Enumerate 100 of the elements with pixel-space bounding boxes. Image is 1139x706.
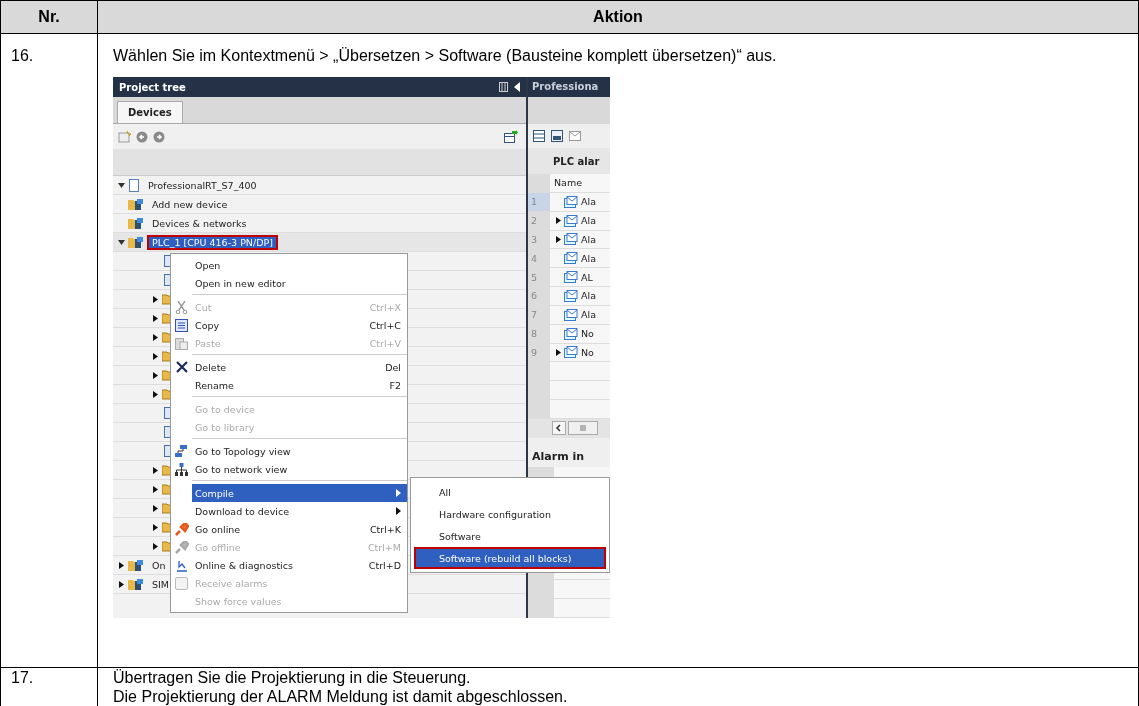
row-number: 4 [528, 249, 550, 268]
expanded-arrow-icon[interactable] [118, 238, 125, 246]
tree-item[interactable]: On [147, 557, 171, 573]
menu-item[interactable]: Go to Topology view [171, 442, 407, 460]
forward-icon[interactable] [153, 130, 165, 143]
shortcut-text: Ctrl+V [369, 337, 401, 349]
alarm-name: Ala [581, 252, 596, 264]
menu-item[interactable]: Download to device [171, 502, 407, 520]
collapsed-arrow-icon[interactable] [152, 352, 159, 360]
alarm-name: No [581, 328, 594, 340]
editor-title: Professiona [528, 77, 610, 97]
alarm-name: Ala [581, 290, 596, 302]
instruction-text: Übertragen Sie die Projektierung in die Steuerung. [113, 668, 472, 687]
collapsed-arrow-icon[interactable] [556, 348, 561, 356]
menu-item[interactable]: Software (rebuild all blocks) [414, 547, 606, 569]
menu-item[interactable]: Hardware configuration [414, 503, 606, 525]
collapsed-arrow-icon[interactable] [152, 390, 159, 398]
shortcut-text: Ctrl+D [368, 559, 401, 571]
menu-item[interactable]: All [414, 481, 606, 503]
menu-item[interactable]: Open in new editor [171, 274, 407, 292]
collapse-icon[interactable] [514, 82, 520, 92]
device-icon [128, 216, 144, 230]
collapsed-arrow-icon[interactable] [118, 561, 125, 569]
alarm-message-icon [564, 214, 578, 227]
menu-item[interactable]: Go online Ctrl+K [171, 520, 407, 538]
row-number: 5 [528, 268, 550, 287]
menu-item[interactable]: Copy Ctrl+C [171, 316, 407, 334]
scroll-thumb[interactable] [568, 421, 598, 436]
shortcut-text: F2 [389, 379, 401, 391]
collapsed-arrow-icon[interactable] [152, 542, 159, 550]
alarm-message-icon [564, 233, 578, 246]
section-title: Alarm in [531, 449, 586, 466]
alarm-name: Ala [581, 309, 596, 321]
device-icon [128, 558, 144, 572]
tree-item[interactable]: Devices & networks [147, 215, 252, 231]
alarm-name: Ala [581, 233, 596, 245]
column-header: Aktion [98, 1, 1139, 33]
collapsed-arrow-icon[interactable] [152, 371, 159, 379]
envelope-icon[interactable] [569, 130, 581, 141]
menu-item[interactable]: Compile [192, 484, 407, 502]
collapsed-arrow-icon[interactable] [152, 333, 159, 341]
alarm-message-icon [564, 195, 578, 208]
network-icon [175, 462, 188, 476]
column-header: Nr. [1, 1, 98, 33]
menu-item[interactable]: Rename F2 [171, 376, 407, 394]
collapsed-arrow-icon[interactable] [152, 295, 159, 303]
plug-icon [174, 540, 189, 554]
collapsed-arrow-icon[interactable] [152, 523, 159, 531]
step-number: 16. [11, 47, 34, 65]
panel-title: Project tree [119, 81, 187, 93]
alarm-message-icon [564, 252, 578, 265]
device-icon [128, 577, 144, 591]
column-header: Name [553, 176, 583, 191]
table-icon[interactable] [533, 129, 545, 142]
instruction-text: Die Projektierung der ALARM Meldung ist damit abgeschlossen. [113, 687, 569, 706]
project-icon [128, 178, 140, 192]
paste-icon [175, 336, 188, 350]
scroll-left-icon[interactable] [552, 421, 566, 436]
devices-tab[interactable]: Devices [117, 101, 183, 123]
collapsed-arrow-icon[interactable] [556, 217, 561, 225]
menu-item[interactable]: Online & diagnostics Ctrl+D [171, 556, 407, 574]
menu-item[interactable]: Delete Del [171, 358, 407, 376]
collapsed-arrow-icon[interactable] [118, 580, 125, 588]
shortcut-text: Ctrl+K [369, 523, 401, 535]
device-icon [128, 235, 144, 249]
menu-item[interactable]: Open [171, 256, 407, 274]
back-icon[interactable] [136, 130, 148, 143]
step-number: 17. [11, 668, 34, 687]
device-icon [128, 197, 144, 211]
alarm-message-icon [564, 346, 578, 359]
collapsed-arrow-icon[interactable] [556, 235, 561, 243]
shortcut-text: Ctrl+X [369, 301, 401, 313]
alarm-message-icon [564, 271, 578, 284]
menu-item[interactable]: Software [414, 525, 606, 547]
section-title: PLC alar [528, 148, 610, 175]
alarm-name: Ala [581, 215, 596, 227]
topology-icon [175, 444, 188, 458]
collapsed-arrow-icon[interactable] [152, 314, 159, 322]
collapsed-arrow-icon[interactable] [152, 485, 159, 493]
alarm-message-icon [564, 308, 578, 321]
layout-icon[interactable] [499, 82, 508, 92]
scissors-icon [175, 300, 188, 314]
tree-item[interactable]: Add new device [147, 196, 233, 212]
alarm-name: Ala [581, 196, 596, 208]
menu-item[interactable]: Go to network view [171, 460, 407, 478]
shortcut-text: Del [385, 361, 401, 373]
shortcut-text: Ctrl+C [369, 319, 401, 331]
delete-icon [175, 361, 188, 373]
shortcut-text: Ctrl+M [367, 541, 401, 553]
collapsed-arrow-icon[interactable] [152, 466, 159, 474]
copy-icon [175, 318, 188, 332]
collapsed-arrow-icon[interactable] [152, 504, 159, 512]
tree-item[interactable]: ProfessionalRT_S7_400 [143, 177, 262, 193]
instruction-text: Wählen Sie im Kontextmenü > „Übersetzen > Software (Bausteine komplett übersetzen)“ aus. [113, 47, 778, 66]
expanded-arrow-icon[interactable] [118, 181, 125, 189]
alarm-message-icon [564, 327, 578, 340]
row-number: 6 [528, 287, 550, 305]
plug-icon [174, 522, 189, 536]
tree-item[interactable]: PLC_1 [CPU 416-3 PN/DP] [147, 234, 278, 250]
table-export-icon[interactable] [504, 130, 518, 143]
